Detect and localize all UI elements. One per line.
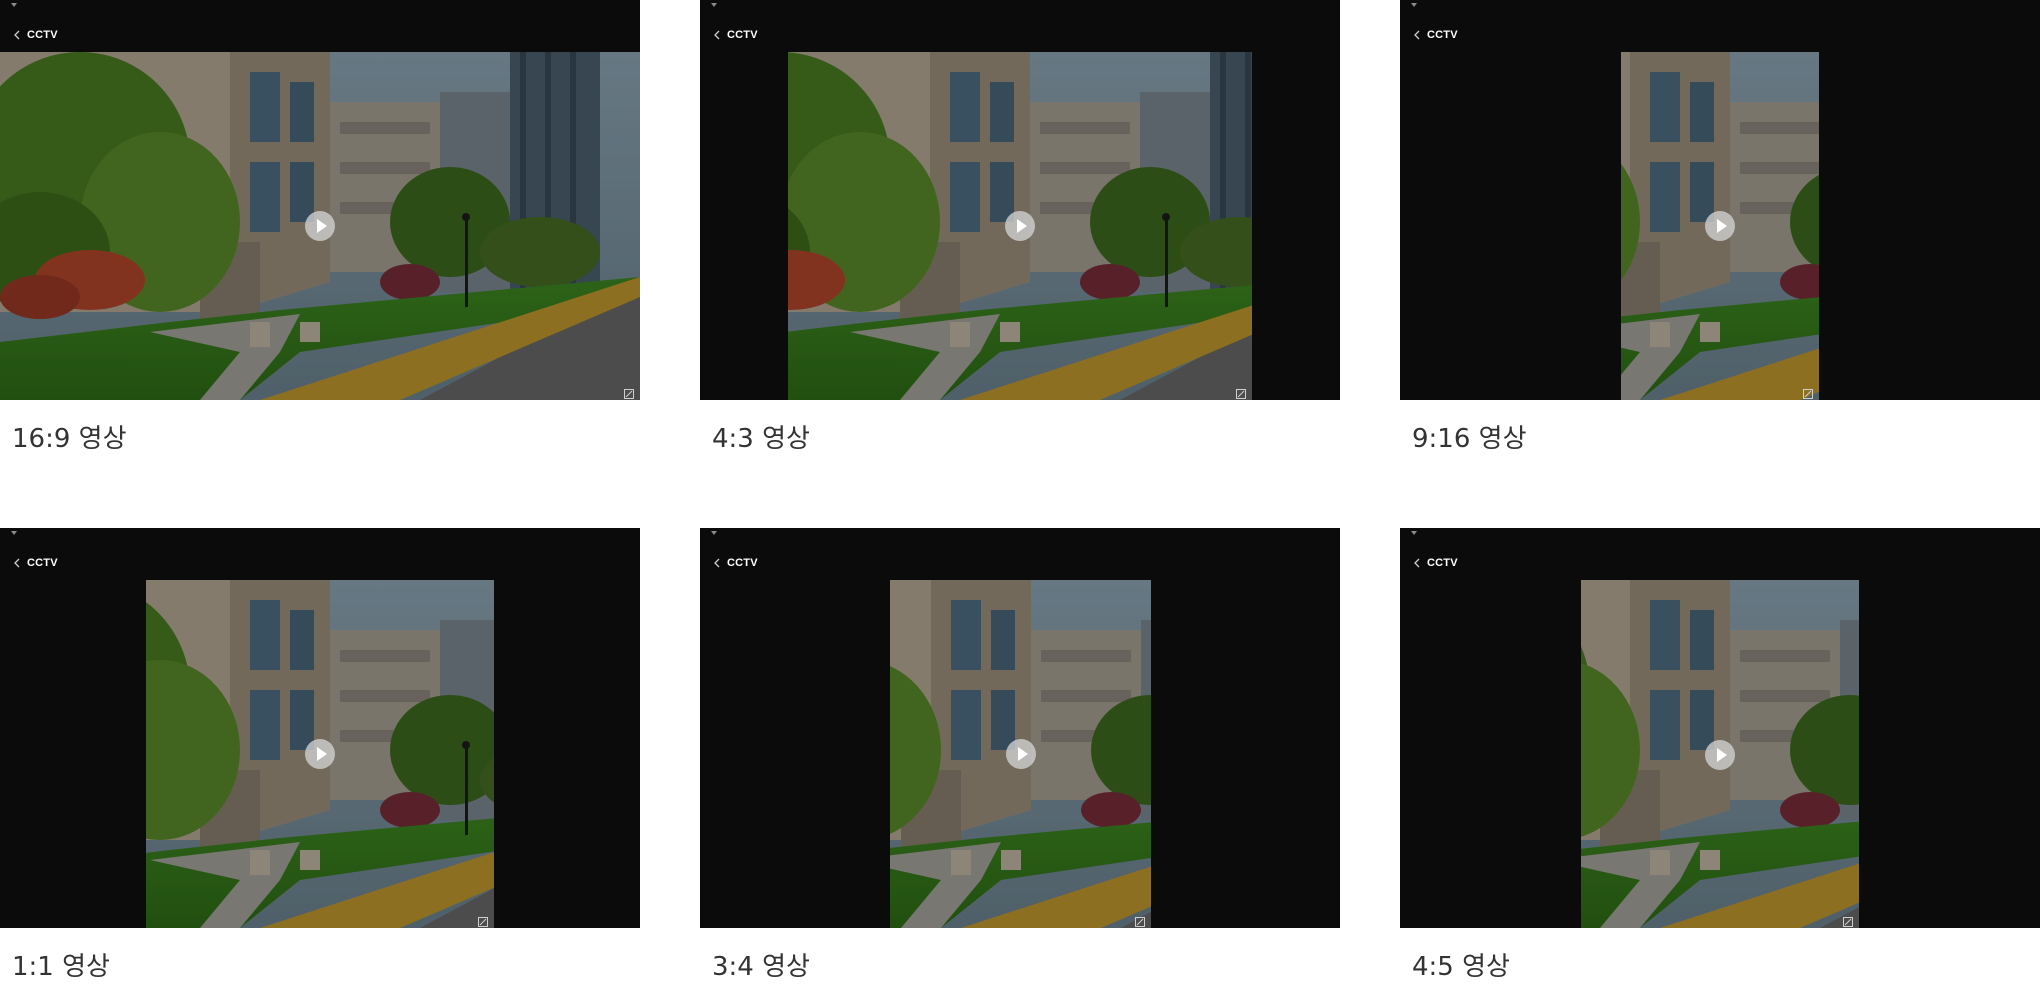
player-header[interactable]: CCTV <box>710 556 758 570</box>
video-frame[interactable] <box>788 52 1252 400</box>
chevron-left-icon[interactable] <box>10 28 24 42</box>
video-player: CCTV <box>700 528 1340 928</box>
player-header[interactable]: CCTV <box>1410 556 1458 570</box>
video-card-4-5: CCTV 4:5 영상 <box>1400 528 2040 982</box>
video-player: CCTV <box>1400 528 2040 928</box>
video-player: CCTV <box>1400 0 2040 400</box>
video-caption: 4:5 영상 <box>1412 952 1510 982</box>
expand-icon[interactable] <box>1135 912 1145 927</box>
video-frame[interactable] <box>1581 580 1859 928</box>
video-card-9-16: CCTV 9:16 영상 <box>1400 0 2040 454</box>
play-button[interactable] <box>1705 211 1735 241</box>
video-caption: 1:1 영상 <box>12 952 110 982</box>
player-title: CCTV <box>727 557 758 569</box>
player-header[interactable]: CCTV <box>10 28 58 42</box>
video-frame[interactable] <box>1621 52 1819 400</box>
expand-icon[interactable] <box>1803 384 1813 399</box>
caret-down-icon[interactable] <box>11 531 17 535</box>
video-caption: 16:9 영상 <box>12 424 127 454</box>
chevron-left-icon[interactable] <box>1410 556 1424 570</box>
video-player: CCTV <box>0 0 640 400</box>
player-title: CCTV <box>1427 29 1458 41</box>
play-button[interactable] <box>305 739 335 769</box>
chevron-left-icon[interactable] <box>1410 28 1424 42</box>
expand-icon[interactable] <box>1236 384 1246 399</box>
play-button[interactable] <box>1705 740 1735 770</box>
player-title: CCTV <box>27 557 58 569</box>
play-button[interactable] <box>1005 211 1035 241</box>
caret-down-icon[interactable] <box>711 3 717 7</box>
video-caption: 3:4 영상 <box>712 952 810 982</box>
chevron-left-icon[interactable] <box>10 556 24 570</box>
video-caption: 9:16 영상 <box>1412 424 1527 454</box>
caret-down-icon[interactable] <box>711 531 717 535</box>
player-header[interactable]: CCTV <box>10 556 58 570</box>
video-player: CCTV <box>700 0 1340 400</box>
video-card-4-3: CCTV 4:3 영상 <box>700 0 1340 454</box>
video-frame[interactable] <box>890 580 1151 928</box>
video-player: CCTV <box>0 528 640 928</box>
play-button[interactable] <box>305 211 335 241</box>
video-card-16-9: CCTV 16:9 영상 <box>0 0 640 454</box>
chevron-left-icon[interactable] <box>710 28 724 42</box>
caret-down-icon[interactable] <box>1411 3 1417 7</box>
chevron-left-icon[interactable] <box>710 556 724 570</box>
caret-down-icon[interactable] <box>1411 531 1417 535</box>
player-header[interactable]: CCTV <box>1410 28 1458 42</box>
video-frame[interactable] <box>0 52 640 400</box>
expand-icon[interactable] <box>478 912 488 927</box>
video-caption: 4:3 영상 <box>712 424 810 454</box>
video-card-1-1: CCTV 1:1 영상 <box>0 528 640 982</box>
video-card-3-4: CCTV 3:4 영상 <box>700 528 1340 982</box>
expand-icon[interactable] <box>1843 912 1853 927</box>
caret-down-icon[interactable] <box>11 3 17 7</box>
expand-icon[interactable] <box>624 384 634 399</box>
player-title: CCTV <box>1427 557 1458 569</box>
player-header[interactable]: CCTV <box>710 28 758 42</box>
player-title: CCTV <box>727 29 758 41</box>
player-title: CCTV <box>27 29 58 41</box>
play-button[interactable] <box>1005 739 1036 769</box>
video-frame[interactable] <box>146 580 494 928</box>
